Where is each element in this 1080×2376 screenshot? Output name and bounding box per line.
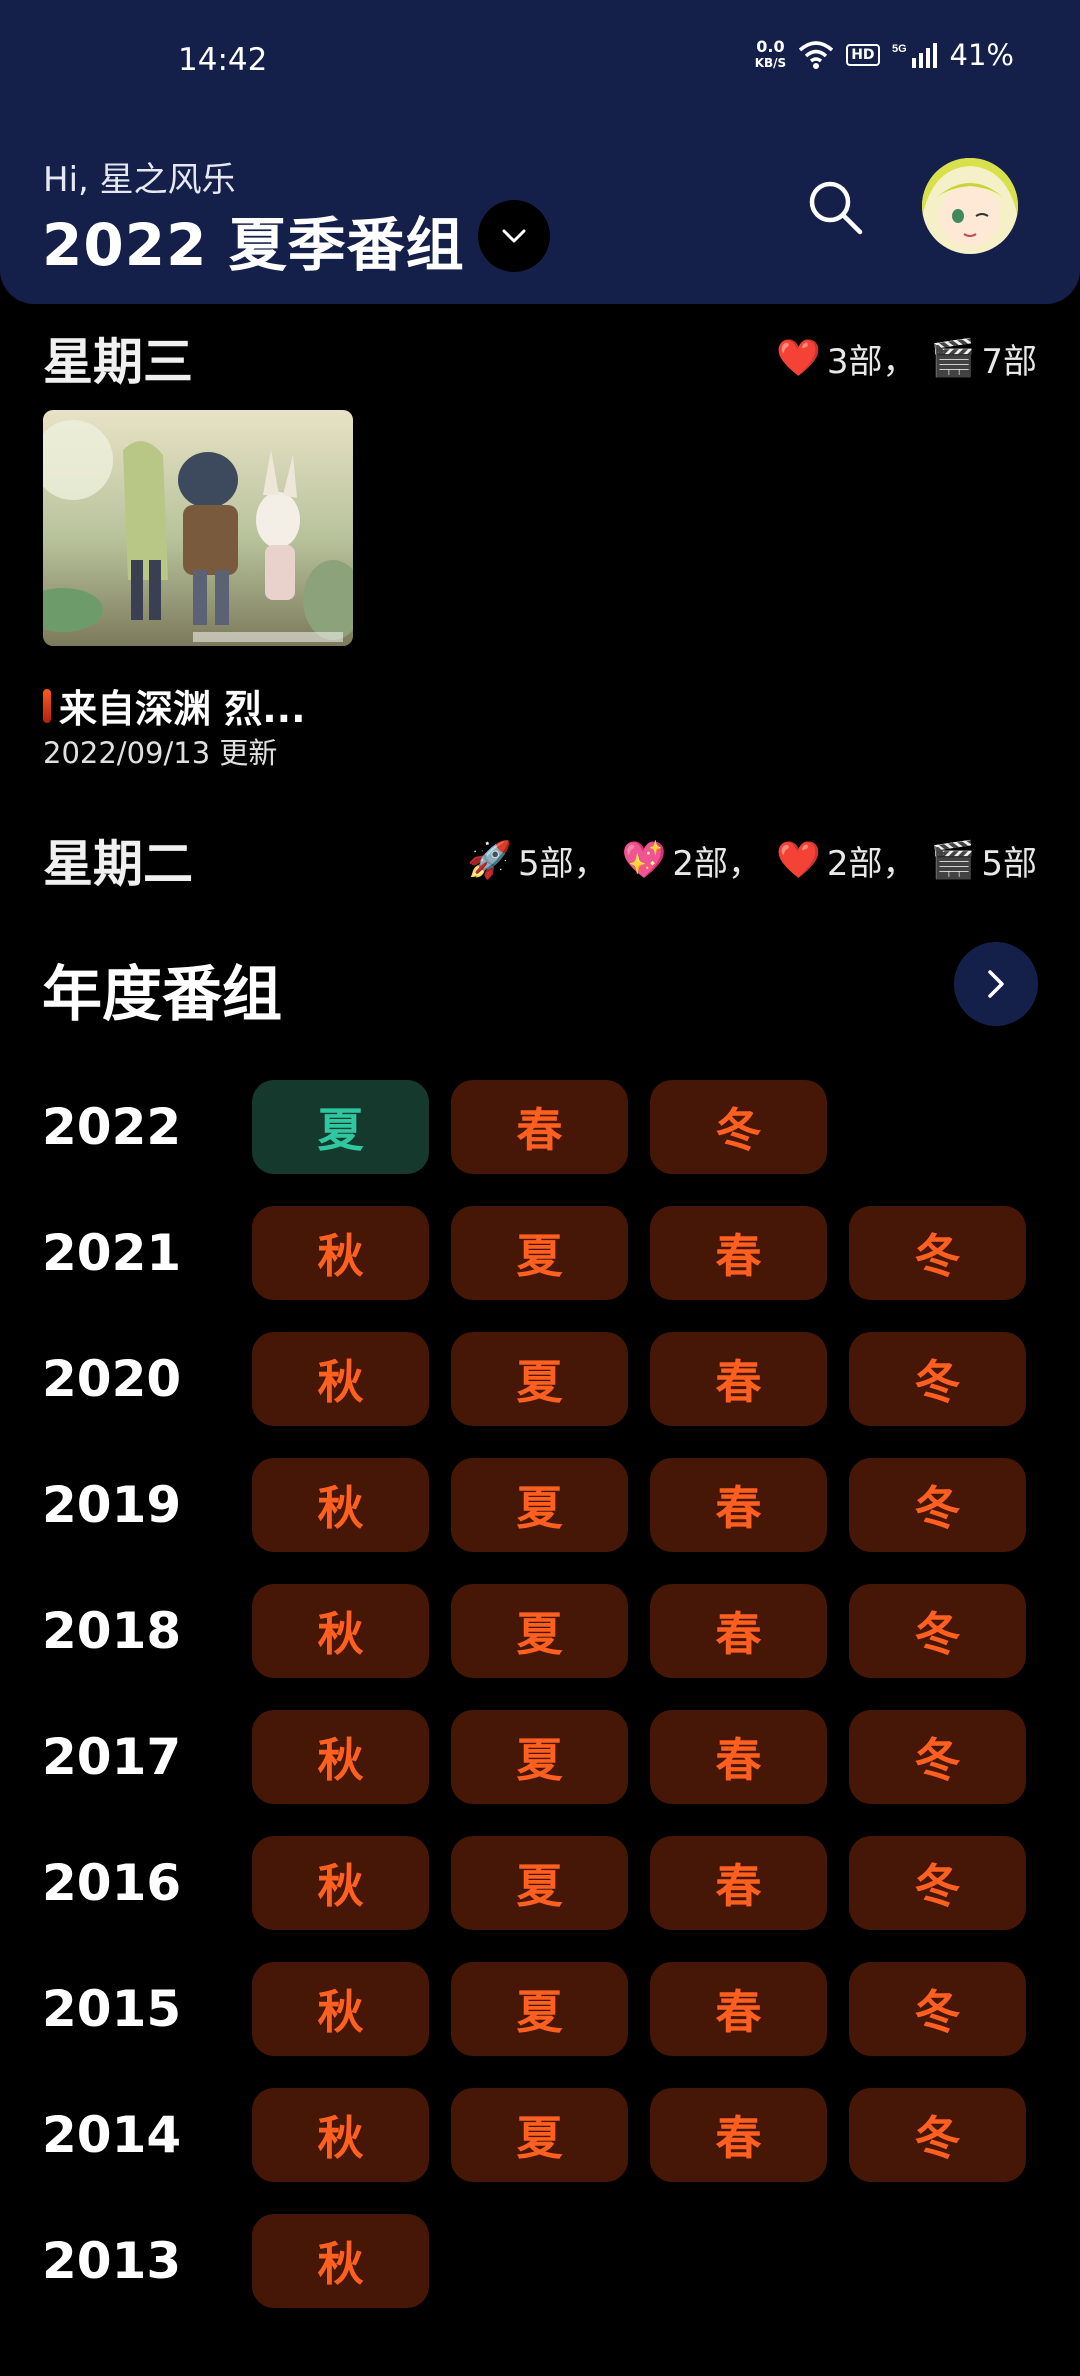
season-button[interactable]: 秋	[252, 1584, 429, 1678]
season-dropdown-button[interactable]	[478, 200, 550, 272]
season-button[interactable]: 秋	[252, 2088, 429, 2182]
heart-icon: ❤️	[776, 840, 821, 881]
battery-level: 41%	[949, 38, 1014, 72]
day-header-tuesday: 星期二 🚀 5部， 💖 2部， ❤️ 2部， 🎬 5部	[43, 824, 1037, 896]
stat-count: 5部，	[517, 843, 608, 884]
year-label: 2020	[42, 1350, 182, 1408]
year-label: 2016	[42, 1854, 182, 1912]
season-button[interactable]: 夏	[451, 1710, 628, 1804]
stat-count: 2部，	[826, 843, 917, 884]
season-button[interactable]: 春	[650, 2088, 827, 2182]
chevron-down-icon	[502, 229, 526, 243]
anime-card-title-row[interactable]: 来自深渊 烈...	[43, 678, 306, 733]
season-button[interactable]: 秋	[252, 2214, 429, 2308]
season-button[interactable]: 秋	[252, 1710, 429, 1804]
season-button[interactable]: 夏	[451, 1458, 628, 1552]
season-button[interactable]: 夏	[451, 1584, 628, 1678]
season-button[interactable]: 春	[650, 1836, 827, 1930]
year-label: 2013	[42, 2232, 182, 2290]
year-label: 2022	[42, 1098, 182, 1156]
hd-badge: HD	[846, 44, 880, 66]
rocket-icon: 🚀	[467, 840, 512, 881]
anime-update-date: 2022/09/13 更新	[43, 736, 278, 770]
season-button[interactable]: 夏	[451, 2088, 628, 2182]
season-button[interactable]: 秋	[252, 1836, 429, 1930]
season-button[interactable]: 秋	[252, 1458, 429, 1552]
stat-count: 5部	[981, 843, 1037, 884]
season-button[interactable]: 秋	[252, 1962, 429, 2056]
chevron-right-icon	[988, 970, 1004, 998]
year-row-2018: 2018 秋夏春冬	[42, 1583, 1048, 1679]
season-button[interactable]: 春	[650, 1332, 827, 1426]
season-button[interactable]: 冬	[849, 1458, 1026, 1552]
season-button[interactable]: 秋	[252, 1332, 429, 1426]
day-stats: 🚀 5部， 💖 2部， ❤️ 2部， 🎬 5部	[467, 836, 1037, 885]
season-button[interactable]: 春	[650, 1962, 827, 2056]
season-button[interactable]: 春	[650, 1458, 827, 1552]
svg-text:5G: 5G	[892, 43, 907, 55]
year-label: 2018	[42, 1602, 182, 1660]
year-label: 2014	[42, 2106, 182, 2164]
year-row-2019: 2019 秋夏春冬	[42, 1457, 1048, 1553]
status-time: 14:42	[178, 42, 268, 78]
season-button[interactable]: 冬	[849, 1206, 1026, 1300]
year-label: 2017	[42, 1728, 182, 1786]
day-label: 星期三	[43, 333, 193, 391]
year-row-2016: 2016 秋夏春冬	[42, 1835, 1048, 1931]
annual-section-title: 年度番组	[42, 960, 282, 1030]
year-row-2020: 2020 秋夏春冬	[42, 1331, 1048, 1427]
stat-count: 2部，	[672, 843, 763, 884]
year-row-2014: 2014 秋夏春冬	[42, 2087, 1048, 2183]
stat-count: 3部，	[826, 341, 917, 382]
clapperboard-icon: 🎬	[930, 338, 976, 379]
season-button[interactable]: 春	[650, 1710, 827, 1804]
year-label: 2021	[42, 1224, 182, 1282]
status-icons: 0.0 KB/S HD 5G 41%	[755, 38, 1014, 72]
year-row-2022: 2022 夏春冬	[42, 1079, 849, 1175]
season-button[interactable]: 夏	[451, 1332, 628, 1426]
season-button[interactable]: 夏	[451, 1962, 628, 2056]
year-row-2021: 2021 秋夏春冬	[42, 1205, 1048, 1301]
season-button[interactable]: 冬	[849, 1584, 1026, 1678]
anime-poster-image	[43, 410, 353, 646]
search-icon[interactable]	[806, 178, 866, 238]
greeting: Hi, 星之风乐	[43, 160, 236, 200]
year-label: 2015	[42, 1980, 182, 2038]
season-button[interactable]: 春	[650, 1584, 827, 1678]
day-label: 星期二	[43, 835, 193, 893]
season-button[interactable]: 夏	[451, 1836, 628, 1930]
season-button[interactable]: 春	[451, 1080, 628, 1174]
annual-more-button[interactable]	[954, 942, 1038, 1026]
signal-icon: 5G	[892, 43, 937, 68]
year-row-2017: 2017 秋夏春冬	[42, 1709, 1048, 1805]
accent-bar	[43, 688, 51, 723]
season-button[interactable]: 冬	[849, 1962, 1026, 2056]
season-button[interactable]: 春	[650, 1206, 827, 1300]
season-button[interactable]: 秋	[252, 1206, 429, 1300]
stat-count: 7部	[981, 341, 1037, 382]
season-button[interactable]: 冬	[849, 1710, 1026, 1804]
page-title: 2022 夏季番组	[42, 211, 465, 279]
heart-icon: ❤️	[776, 338, 821, 379]
season-button[interactable]: 冬	[650, 1080, 827, 1174]
season-button[interactable]: 冬	[849, 1332, 1026, 1426]
year-label: 2019	[42, 1476, 182, 1534]
avatar-image	[922, 158, 1018, 254]
anime-card-thumbnail[interactable]	[43, 410, 353, 646]
anime-title: 来自深渊 烈...	[59, 687, 306, 731]
avatar[interactable]	[922, 158, 1018, 254]
season-button[interactable]: 夏	[252, 1080, 429, 1174]
year-row-2015: 2015 秋夏春冬	[42, 1961, 1048, 2057]
season-button[interactable]: 冬	[849, 2088, 1026, 2182]
season-button[interactable]: 夏	[451, 1206, 628, 1300]
sparkling-heart-icon: 💖	[621, 840, 667, 881]
app-header: 14:42 0.0 KB/S HD 5G 41% Hi, 星之风乐 2022 夏…	[0, 0, 1080, 304]
clapperboard-icon: 🎬	[930, 840, 976, 881]
day-header-wednesday: 星期三 ❤️ 3部， 🎬 7部	[43, 322, 1037, 394]
season-button[interactable]: 冬	[849, 1836, 1026, 1930]
wifi-icon	[799, 41, 834, 69]
net-speed: 0.0 KB/S	[754, 37, 787, 71]
year-row-2013: 2013 秋	[42, 2213, 451, 2309]
day-stats: ❤️ 3部， 🎬 7部	[776, 334, 1037, 383]
